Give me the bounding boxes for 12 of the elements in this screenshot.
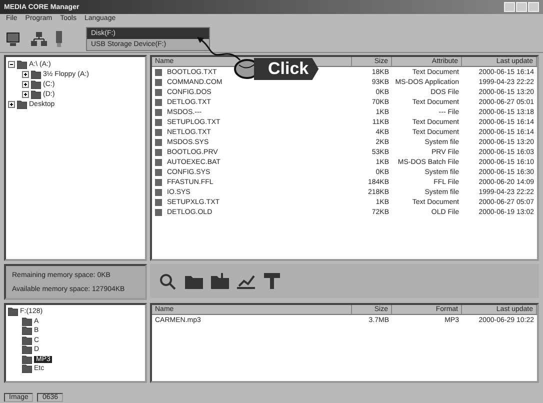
curved-arrow (196, 36, 242, 62)
collapse-icon[interactable] (8, 60, 15, 68)
expand-icon[interactable] (22, 90, 29, 98)
callout-label: Click (254, 58, 319, 80)
expand-icon[interactable] (22, 70, 29, 78)
expand-icon[interactable] (22, 80, 29, 88)
expand-icon[interactable] (8, 100, 15, 108)
network-icon[interactable] (30, 31, 48, 47)
folder-icon[interactable] (210, 272, 230, 290)
magnifier-icon[interactable] (158, 272, 178, 290)
usb-icon[interactable] (54, 30, 64, 48)
hammer-icon[interactable] (262, 272, 282, 290)
